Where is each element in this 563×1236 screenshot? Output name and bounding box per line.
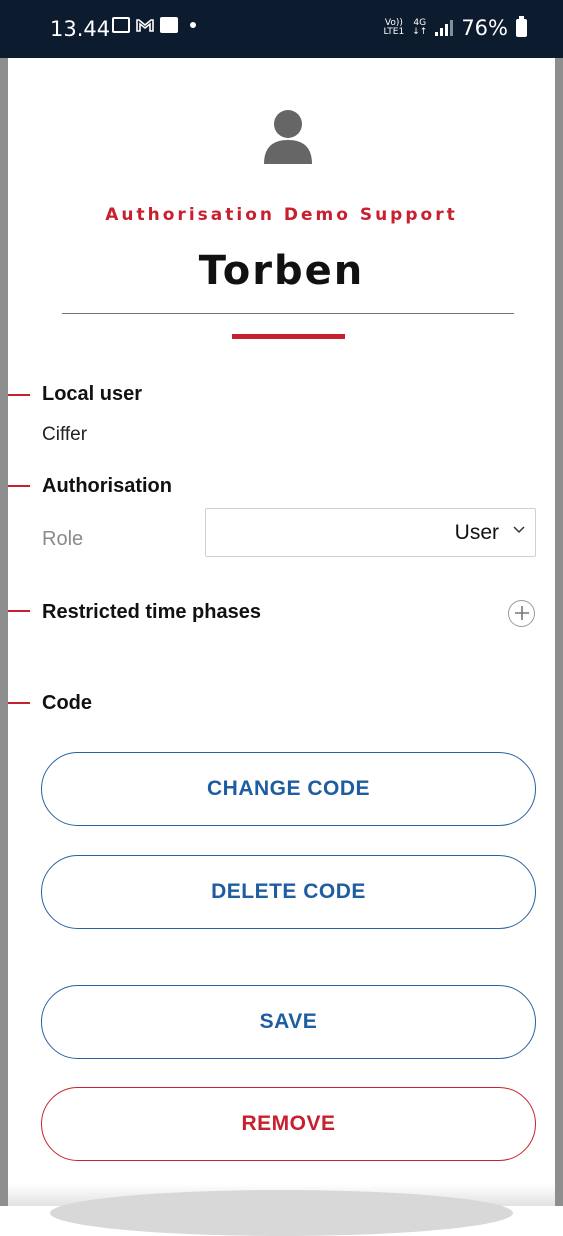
add-time-phase-button[interactable]: [508, 600, 535, 627]
header-divider: [62, 313, 514, 314]
gallery-icon: [112, 17, 130, 33]
network-type: 4G ↓↑: [412, 18, 428, 37]
bottom-curve: [50, 1190, 513, 1236]
section-marker: [8, 610, 30, 612]
role-selected-value: User: [454, 521, 499, 544]
notification-icons: [112, 17, 196, 33]
local-user-value: Ciffer: [42, 424, 88, 445]
message-icon: [160, 17, 178, 33]
save-button[interactable]: SAVE: [41, 985, 536, 1059]
screen-frame-right: [555, 58, 563, 1206]
section-marker: [8, 702, 30, 704]
user-name: Torben: [198, 248, 365, 294]
section-marker: [8, 485, 30, 487]
change-code-button[interactable]: CHANGE CODE: [41, 752, 536, 826]
role-select[interactable]: User: [205, 508, 536, 557]
signal-icon: [435, 20, 454, 36]
more-notifications-icon: [190, 22, 196, 28]
gmail-icon: [136, 17, 154, 33]
plus-circle-icon: [514, 606, 529, 620]
role-label: Role: [42, 528, 84, 550]
screen-frame-left: [0, 58, 8, 1206]
status-right: Vo)) LTE1 4G ↓↑ 76%: [384, 16, 527, 40]
accent-bar: [232, 334, 345, 339]
user-avatar-icon: [264, 110, 312, 164]
battery-icon: [516, 16, 527, 37]
status-time: 13.44: [50, 17, 111, 41]
section-title-code: Code: [42, 692, 92, 714]
section-title-restricted-time-phases: Restricted time phases: [42, 601, 261, 623]
volte-indicator: Vo)) LTE1: [384, 19, 405, 37]
delete-code-button[interactable]: DELETE CODE: [41, 855, 536, 929]
organization-name: Authorisation Demo Support: [105, 205, 458, 225]
battery-percent: 76%: [461, 16, 508, 40]
section-marker: [8, 394, 30, 396]
volte-bottom-text: LTE1: [383, 27, 405, 37]
chevron-down-icon: [513, 526, 525, 534]
section-title-local-user: Local user: [42, 383, 143, 405]
section-title-authorisation: Authorisation: [42, 475, 172, 497]
status-bar: 13.44 Vo)) LTE1 4G ↓↑ 76%: [0, 0, 563, 58]
remove-button[interactable]: REMOVE: [41, 1087, 536, 1161]
